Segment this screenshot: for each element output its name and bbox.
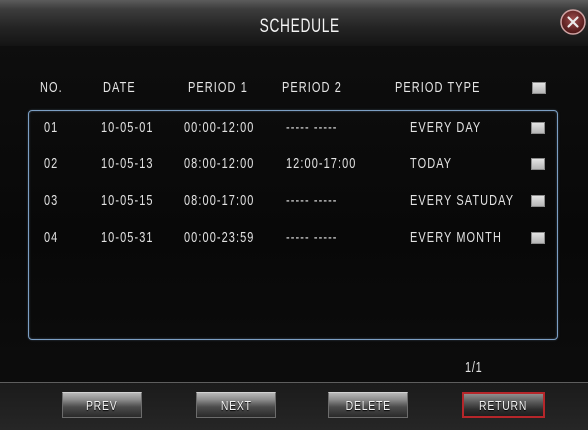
table-row[interactable]: 02 10-05-13 08:00-12:00 12:00-17:00 TODA… [29,155,557,173]
dialog-title-text: SCHEDULE [259,16,341,37]
row-period-type: EVERY SATUDAY [410,192,515,209]
next-button[interactable]: NEXT [196,392,276,418]
table-row[interactable]: 03 10-05-15 08:00-17:00 ----- ----- EVER… [29,192,557,210]
row-period-type: TODAY [410,155,453,172]
column-header-no: NO. [40,79,63,96]
row-number: 01 [44,119,59,136]
row-period-2: ----- ----- [286,119,338,136]
row-period-1: 08:00-17:00 [184,192,255,209]
row-date: 10-05-13 [101,155,154,172]
schedule-table: 01 10-05-01 00:00-12:00 ----- ----- EVER… [28,110,558,340]
column-header-period-type: PERIOD TYPE [395,79,481,96]
row-period-2: 12:00-17:00 [286,155,357,172]
title-bar: SCHEDULE [0,0,588,46]
delete-button-label: DELETE [345,397,391,413]
select-all-checkbox[interactable] [532,82,546,94]
return-button-label: RETURN [479,397,528,413]
row-number: 02 [44,155,59,172]
next-button-label: NEXT [220,397,252,413]
close-button[interactable] [559,8,587,36]
row-select-checkbox[interactable] [531,158,545,170]
row-period-1: 08:00-12:00 [184,155,255,172]
row-period-type: EVERY DAY [410,119,482,136]
row-select-checkbox[interactable] [531,195,545,207]
delete-button[interactable]: DELETE [328,392,408,418]
column-header-period-2: PERIOD 2 [282,79,342,96]
row-number: 03 [44,192,59,209]
row-period-1: 00:00-12:00 [184,119,255,136]
prev-button[interactable]: PREV [62,392,142,418]
table-row[interactable]: 01 10-05-01 00:00-12:00 ----- ----- EVER… [29,119,557,137]
button-bar: PREV NEXT DELETE RETURN [0,382,588,430]
dialog-title: SCHEDULE [6,15,588,39]
row-date: 10-05-15 [101,192,154,209]
row-period-2: ----- ----- [286,229,338,246]
prev-button-label: PREV [86,397,118,413]
page-indicator: 1/1 [465,359,483,376]
row-select-checkbox[interactable] [531,232,545,244]
row-period-type: EVERY MONTH [410,229,502,246]
row-period-2: ----- ----- [286,192,338,209]
row-number: 04 [44,229,59,246]
column-header-period-1: PERIOD 1 [188,79,248,96]
return-button[interactable]: RETURN [462,392,545,418]
schedule-dialog: SCHEDULE NO. DATE PERIOD 1 PERIOD 2 PERI… [0,0,588,430]
row-date: 10-05-01 [101,119,154,136]
row-date: 10-05-31 [101,229,154,246]
close-icon [560,9,586,35]
table-row[interactable]: 04 10-05-31 00:00-23:59 ----- ----- EVER… [29,229,557,247]
column-header-date: DATE [103,79,136,96]
row-select-checkbox[interactable] [531,122,545,134]
row-period-1: 00:00-23:59 [184,229,255,246]
